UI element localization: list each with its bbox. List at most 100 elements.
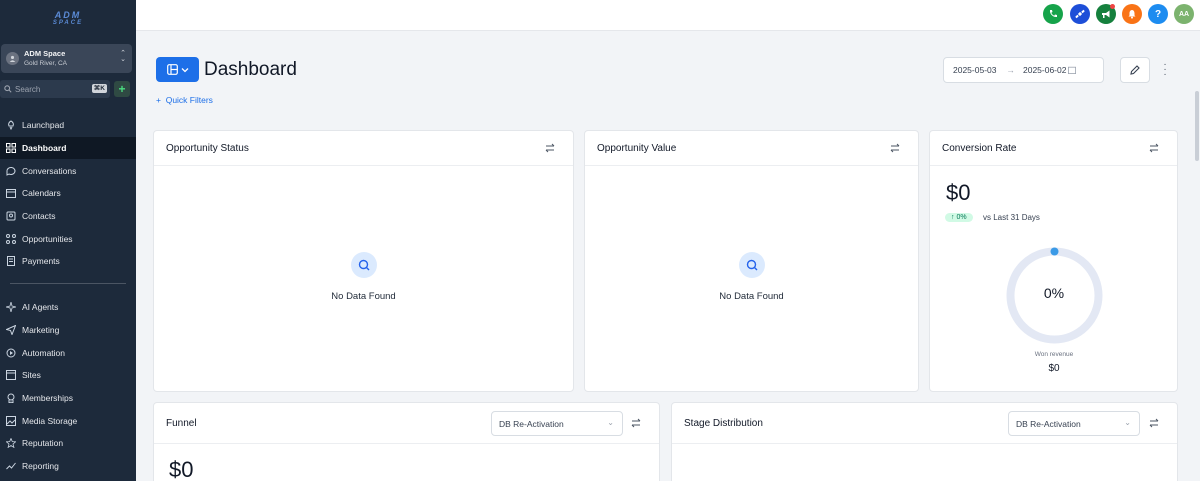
filter-settings-icon[interactable] [545, 143, 555, 153]
account-location: Gold River, CA [24, 59, 67, 67]
arrow-right-icon: → [1006, 65, 1015, 75]
account-switcher[interactable]: ADM Space Gold River, CA ⌃ ⌄ [1, 44, 132, 73]
conversion-rate-card: Conversion Rate $0 ↑ 0% vs Last 31 Days … [929, 130, 1178, 392]
quick-filters-button[interactable]: + Quick Filters [156, 95, 213, 105]
sidebar-item-automation[interactable]: Automation [0, 341, 136, 364]
grid-icon [6, 143, 16, 154]
filter-settings-icon[interactable] [1149, 143, 1159, 153]
plus-icon: + [156, 95, 161, 105]
filter-settings-icon[interactable] [1149, 418, 1159, 428]
megaphone-icon[interactable] [1096, 4, 1116, 24]
pipeline-select[interactable]: DB Re-Activation ⌄ [491, 411, 623, 436]
opportunities-icon [6, 233, 16, 244]
help-icon[interactable]: ? [1148, 4, 1168, 24]
notification-dot [1110, 4, 1115, 9]
pipeline-select-value: DB Re-Activation [499, 418, 564, 429]
search-icon [739, 252, 765, 278]
card-title: Funnel [166, 417, 197, 429]
edit-dashboard-button[interactable] [1120, 57, 1150, 83]
quick-add-button[interactable]: + [114, 81, 130, 97]
satellite-icon[interactable] [1070, 4, 1090, 24]
card-title: Opportunity Value [597, 142, 677, 154]
sidebar-item-label: Sites [22, 370, 41, 381]
card-title: Conversion Rate [942, 142, 1017, 154]
date-range-picker[interactable]: 2025-05-03 → 2025-06-02 [943, 57, 1104, 83]
page-scrollbar[interactable] [1194, 31, 1200, 481]
sidebar-item-marketing[interactable]: Marketing [0, 319, 136, 342]
media-icon [6, 415, 16, 426]
scrollbar-thumb[interactable] [1195, 91, 1199, 161]
sidebar-item-label: Launchpad [22, 120, 65, 131]
user-avatar[interactable]: AA [1174, 4, 1194, 24]
donut-percentage: 0% [1043, 285, 1065, 301]
top-bar: ? AA [136, 0, 1200, 31]
sidebar-item-label: AI Agents [22, 302, 59, 313]
chevron-updown-icon: ⌃ ⌄ [120, 50, 126, 63]
dashboard-switcher-button[interactable] [156, 57, 199, 82]
won-revenue-value: $0 [1048, 363, 1060, 374]
logo[interactable]: ADM SPACE [0, 0, 136, 38]
sidebar-item-label: Marketing [22, 324, 60, 335]
phone-icon[interactable] [1043, 4, 1063, 24]
sites-icon [6, 370, 16, 381]
won-revenue-label: Won revenue [1034, 351, 1074, 358]
bell-icon[interactable] [1122, 4, 1142, 24]
sidebar-item-calendars[interactable]: Calendars [0, 182, 136, 205]
card-title: Stage Distribution [684, 417, 763, 429]
pipeline-select-value: DB Re-Activation [1016, 418, 1081, 429]
calendar-icon [6, 188, 16, 199]
sidebar-item-label: Dashboard [22, 143, 67, 154]
sidebar-item-label: Memberships [22, 392, 74, 403]
sidebar-item-label: Conversations [22, 165, 77, 176]
sidebar-item-payments[interactable]: Payments [0, 250, 136, 273]
sidebar-item-reputation[interactable]: Reputation [0, 432, 136, 455]
sidebar-item-contacts[interactable]: Contacts [0, 205, 136, 228]
page-title: Dashboard [204, 59, 297, 80]
sidebar-item-launchpad[interactable]: Launchpad [0, 114, 136, 137]
stage-distribution-card: Stage Distribution DB Re-Activation ⌄ [671, 402, 1178, 481]
payments-icon [6, 256, 16, 267]
automation-icon [6, 348, 16, 358]
sidebar-divider [10, 282, 126, 284]
date-start: 2025-05-03 [953, 65, 997, 75]
card-title: Opportunity Status [166, 142, 249, 154]
funnel-value: $0 [169, 457, 194, 481]
search-box[interactable]: ⌘K [0, 80, 110, 98]
date-end: 2025-06-02 [1022, 65, 1067, 75]
quick-filters-label: Quick Filters [165, 95, 213, 105]
pencil-icon [1130, 65, 1140, 75]
pipeline-select[interactable]: DB Re-Activation ⌄ [1008, 411, 1140, 436]
comparison-label: vs Last 31 Days [983, 213, 1040, 222]
sparkle-icon [6, 302, 16, 313]
sidebar-item-label: Payments [22, 256, 60, 267]
sidebar-item-label: Calendars [22, 188, 61, 199]
sidebar-item-media-storage[interactable]: Media Storage [0, 409, 136, 432]
search-shortcut: ⌘K [91, 84, 107, 93]
sidebar-item-conversations[interactable]: Conversations [0, 159, 136, 182]
sidebar-item-dashboard[interactable]: Dashboard [0, 136, 136, 160]
chevron-down-icon: ⌄ [1124, 418, 1131, 427]
search-icon [351, 252, 377, 278]
sidebar-item-sites[interactable]: Sites [0, 364, 136, 387]
sidebar-item-memberships[interactable]: Memberships [0, 387, 136, 410]
search-input[interactable] [15, 84, 79, 94]
filter-settings-icon[interactable] [631, 418, 641, 428]
account-name: ADM Space [24, 48, 66, 58]
sidebar-item-opportunities[interactable]: Opportunities [0, 227, 136, 250]
opportunity-status-card: Opportunity Status No Data Found [153, 130, 574, 392]
membership-icon [6, 393, 16, 403]
sidebar-item-reporting[interactable]: Reporting [0, 455, 136, 478]
rocket-icon [6, 120, 16, 131]
empty-state-text: No Data Found [331, 291, 396, 302]
empty-state-text: No Data Found [719, 291, 784, 302]
layout-icon [166, 64, 178, 75]
filter-settings-icon[interactable] [890, 143, 900, 153]
change-badge: ↑ 0% [945, 213, 973, 222]
opportunity-value-card: Opportunity Value No Data Found [584, 130, 919, 392]
more-options-icon[interactable]: · · · [1160, 60, 1170, 80]
calendar-icon [1068, 66, 1077, 74]
sidebar-item-ai-agents[interactable]: AI Agents [0, 296, 136, 319]
funnel-card: Funnel DB Re-Activation ⌄ $0 [153, 402, 660, 481]
sidebar-item-label: Contacts [22, 211, 56, 222]
donut-indicator [1050, 247, 1059, 256]
